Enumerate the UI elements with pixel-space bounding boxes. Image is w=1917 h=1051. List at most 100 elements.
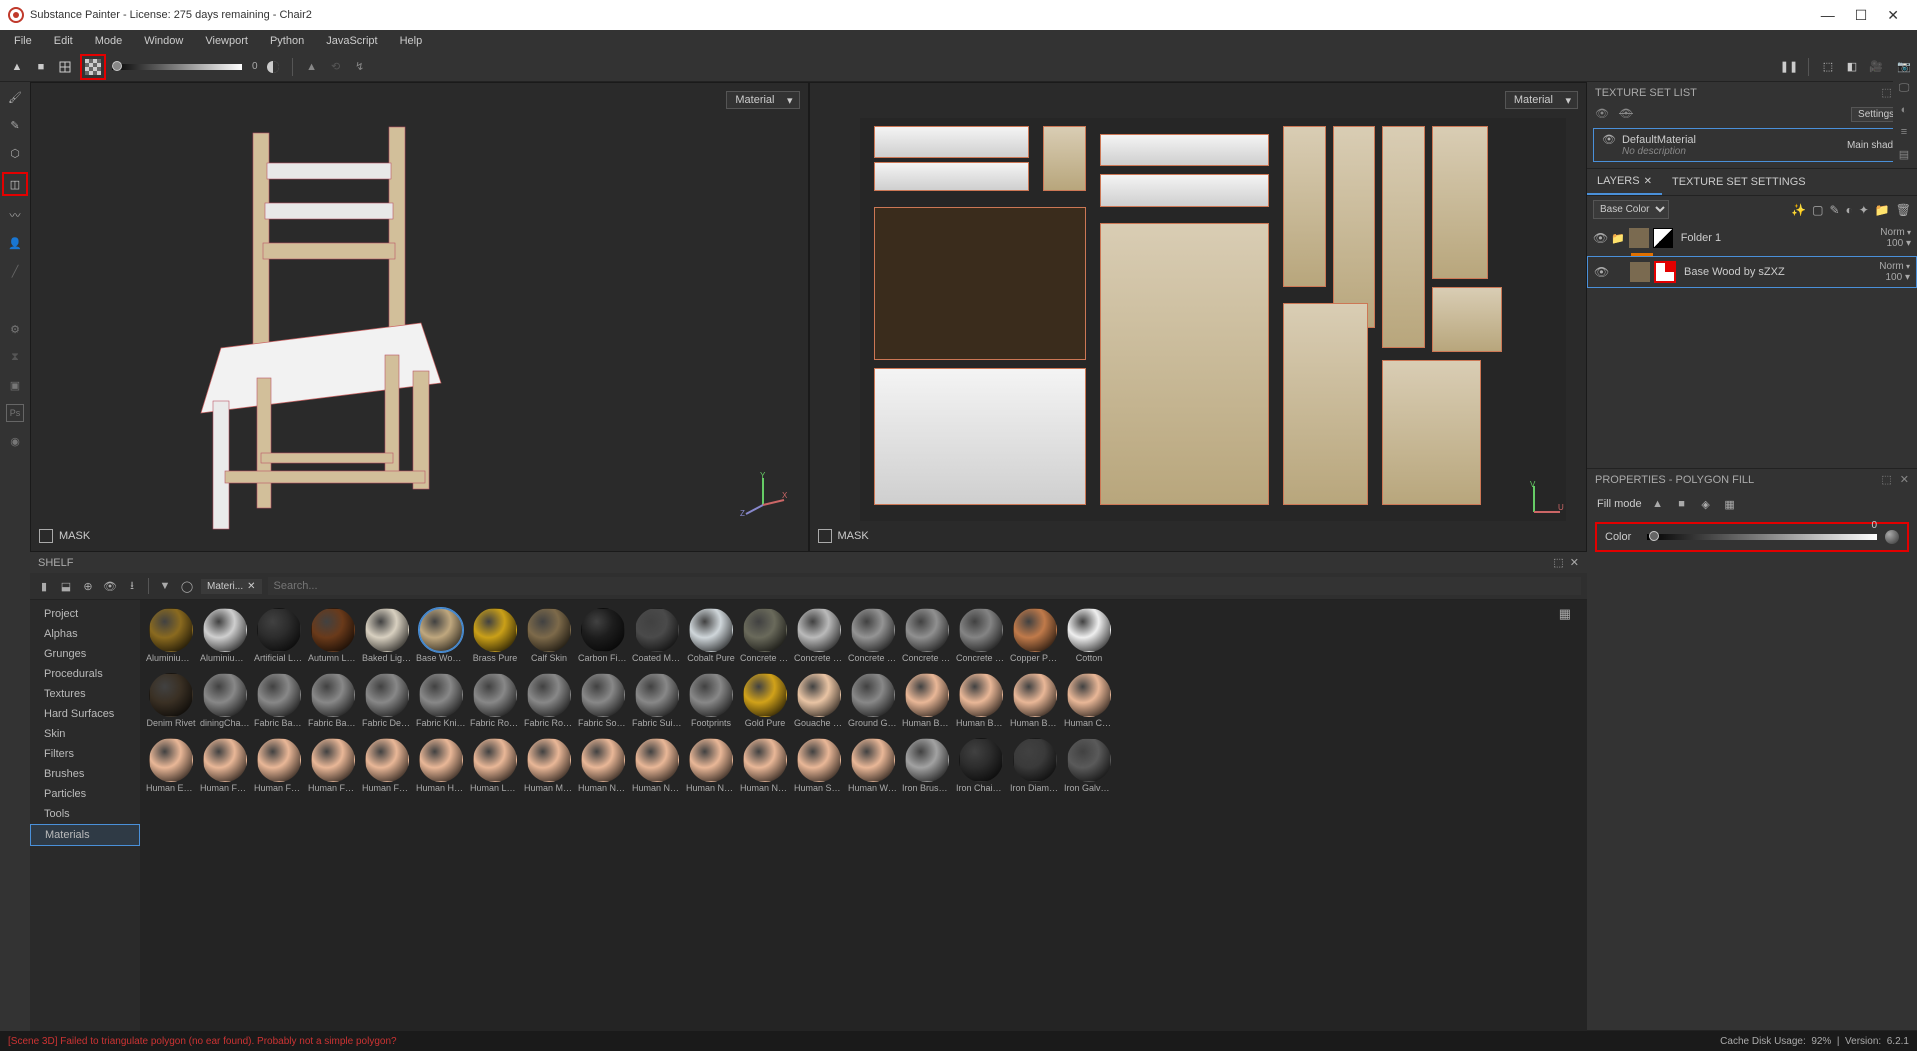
channel-dropdown-3d[interactable]: Material — [726, 91, 799, 109]
re-camera-icon[interactable]: 📷 — [1896, 58, 1912, 74]
shelf-cat-grunges[interactable]: Grunges — [30, 644, 140, 664]
add-smart-icon[interactable]: ✦ — [1859, 203, 1869, 217]
material-item[interactable]: Human No... — [686, 736, 736, 793]
re-log-icon[interactable]: ▤ — [1896, 146, 1912, 162]
delete-layer-icon[interactable]: 🗑 — [1896, 203, 1911, 217]
layer-mask-thumb[interactable] — [1653, 228, 1673, 248]
material-item[interactable]: Fabric Soft ... — [578, 671, 628, 728]
menu-window[interactable]: Window — [134, 33, 193, 49]
vis-off-icon[interactable]: 👁 — [1619, 107, 1633, 122]
viewport-3d[interactable]: Material — [31, 83, 808, 551]
shelf-close-icon[interactable]: ✕ — [1570, 557, 1579, 569]
material-item[interactable]: Human Shi... — [794, 736, 844, 793]
eye-icon[interactable]: 👁 — [1594, 265, 1608, 279]
material-item[interactable]: Iron Diamo... — [1010, 736, 1060, 793]
material-item[interactable]: Iron Brushed — [902, 736, 952, 793]
grid-view-icon[interactable]: ▦ — [1559, 606, 1571, 622]
menu-mode[interactable]: Mode — [85, 33, 133, 49]
material-item[interactable]: Denim Rivet — [146, 671, 196, 728]
material-item[interactable]: Copper Pure — [1010, 606, 1060, 663]
minimize-button[interactable]: — — [1821, 7, 1835, 24]
material-item[interactable]: Concrete B... — [740, 606, 790, 663]
cube-icon[interactable]: ◧ — [1843, 58, 1861, 76]
material-item[interactable]: Human For... — [362, 736, 412, 793]
projection-tool-icon[interactable]: ⬡ — [6, 144, 24, 162]
material-item[interactable]: Fabric Deni... — [362, 671, 412, 728]
channel-select[interactable]: Base Color — [1593, 200, 1669, 219]
material-item[interactable]: Ground Gra... — [848, 671, 898, 728]
polygon-fill-tool-highlighted[interactable]: ◫ — [2, 172, 28, 196]
folder-icon[interactable]: ▮ — [36, 578, 52, 594]
add-folder-icon[interactable]: 📁 — [1875, 203, 1890, 217]
new-icon[interactable]: ⊕ — [80, 578, 96, 594]
material-item[interactable]: Artificial Lea... — [254, 606, 304, 663]
material-item[interactable]: Baked Light... — [362, 606, 412, 663]
material-item[interactable]: Human He... — [416, 736, 466, 793]
tsl-popout-icon[interactable]: ⬚ — [1881, 86, 1891, 99]
material-item[interactable]: Aluminium ... — [146, 606, 196, 663]
search-input[interactable] — [268, 577, 1581, 595]
import-icon[interactable]: ⬓ — [58, 578, 74, 594]
layer-folder1[interactable]: 👁 📁 Folder 1 Norm100 ▾ — [1587, 223, 1917, 253]
tab-texture-set-settings[interactable]: TEXTURE SET SETTINGS — [1662, 169, 1816, 195]
material-item[interactable]: Human Leg... — [470, 736, 520, 793]
hourglass-icon[interactable]: ⧗ — [6, 348, 24, 366]
tab-layers[interactable]: LAYERS✕ — [1587, 169, 1662, 195]
material-item[interactable]: Human Ne... — [632, 736, 682, 793]
material-item[interactable]: Footprints — [686, 671, 736, 728]
perspective-icon[interactable]: ⬚ — [1819, 58, 1837, 76]
eye-icon[interactable]: 👁 — [1602, 133, 1616, 146]
re-display-icon[interactable]: 🖵 — [1896, 80, 1912, 96]
menu-edit[interactable]: Edit — [44, 33, 83, 49]
tab-close-icon[interactable]: ✕ — [247, 581, 255, 592]
export-icon[interactable]: ▣ — [6, 376, 24, 394]
fill-tri-icon[interactable]: ▲ — [1650, 496, 1666, 512]
material-item[interactable]: Human Ne... — [578, 736, 628, 793]
close-button[interactable]: ✕ — [1887, 7, 1899, 24]
ps-icon[interactable]: Ps — [6, 404, 24, 422]
color-slider[interactable]: 0 — [1647, 534, 1877, 540]
maximize-button[interactable]: ☐ — [1855, 7, 1868, 24]
visibility-icon[interactable]: 👁 — [102, 578, 118, 594]
eraser-tool-icon[interactable]: ✎ — [6, 116, 24, 134]
contrast-icon[interactable] — [264, 58, 282, 76]
menu-javascript[interactable]: JavaScript — [316, 33, 387, 49]
quad-fill-icon[interactable]: ■ — [32, 58, 50, 76]
material-item[interactable]: Autumn Leaf — [308, 606, 358, 663]
channel-dropdown-2d[interactable]: Material — [1505, 91, 1578, 109]
menu-viewport[interactable]: Viewport — [195, 33, 258, 49]
material-item[interactable]: Aluminium ... — [200, 606, 250, 663]
menu-help[interactable]: Help — [390, 33, 433, 49]
sym-axis-icon[interactable]: ↯ — [351, 58, 369, 76]
shelf-cat-brushes[interactable]: Brushes — [30, 764, 140, 784]
clone-tool-icon[interactable]: 👤 — [6, 234, 24, 252]
shelf-tab-materials[interactable]: Materi...✕ — [201, 579, 262, 594]
material-item[interactable]: Carbon Fiber — [578, 606, 628, 663]
material-item[interactable]: Fabric Knitt... — [416, 671, 466, 728]
add-mask-icon[interactable]: ▢ — [1812, 203, 1823, 217]
material-item[interactable]: Human Bac... — [902, 671, 952, 728]
material-item[interactable]: Human Fee... — [254, 736, 304, 793]
shelf-cat-textures[interactable]: Textures — [30, 684, 140, 704]
material-item[interactable]: Fabric Bam... — [254, 671, 304, 728]
material-item[interactable]: Human Mo... — [524, 736, 574, 793]
material-item[interactable]: Concrete Si... — [902, 606, 952, 663]
shelf-cat-procedurals[interactable]: Procedurals — [30, 664, 140, 684]
shelf-cat-filters[interactable]: Filters — [30, 744, 140, 764]
shelf-cat-materials[interactable]: Materials — [30, 824, 140, 846]
material-item[interactable]: Gouache P... — [794, 671, 844, 728]
layer-base-wood[interactable]: 👁 Base Wood by sZXZ Norm100 ▾ — [1587, 256, 1917, 288]
re-shader-icon[interactable]: ◐ — [1896, 102, 1912, 118]
tool-slider[interactable] — [112, 64, 242, 70]
shelf-cat-project[interactable]: Project — [30, 604, 140, 624]
shelf-cat-alphas[interactable]: Alphas — [30, 624, 140, 644]
material-item[interactable]: Human Ch... — [1064, 671, 1114, 728]
props-popout-icon[interactable]: ⬚ — [1881, 473, 1891, 486]
material-item[interactable]: Human Eye... — [146, 736, 196, 793]
material-item[interactable]: Human No... — [740, 736, 790, 793]
layer-mask-thumb-active[interactable] — [1654, 261, 1676, 283]
shelf-cat-hard-surfaces[interactable]: Hard Surfaces — [30, 704, 140, 724]
fill-quad-icon[interactable]: ■ — [1674, 496, 1690, 512]
material-picker-icon[interactable]: ╱ — [6, 262, 24, 280]
eye-icon[interactable]: 👁 — [1593, 231, 1607, 245]
